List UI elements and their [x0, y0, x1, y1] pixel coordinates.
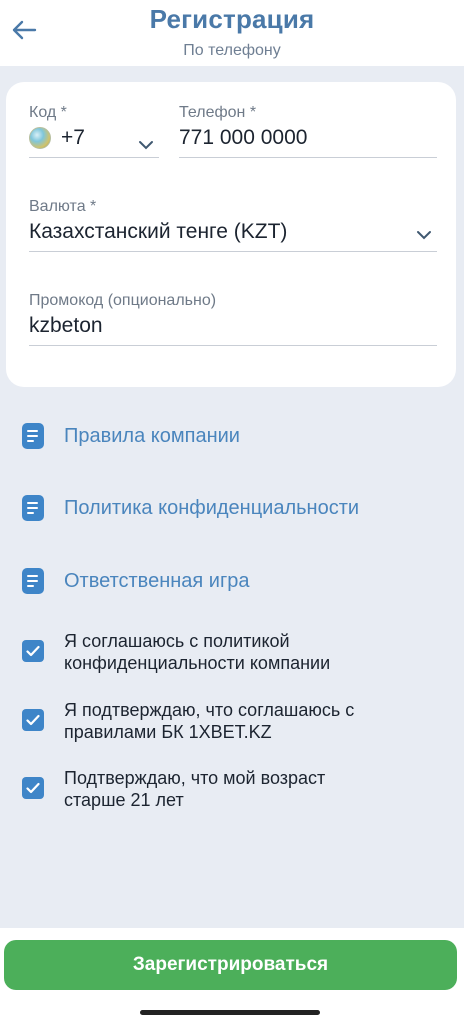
agreement-text: Подтверждаю, что мой возраст старше 21 л…	[64, 768, 326, 810]
divider	[29, 345, 437, 346]
register-button[interactable]: Зарегистрироваться	[4, 940, 457, 990]
country-code-value: +7	[61, 126, 85, 149]
home-indicator	[140, 1010, 320, 1015]
agreement-checkbox[interactable]	[22, 777, 44, 799]
phone-label: Телефон *	[179, 104, 257, 121]
currency-label: Валюта *	[29, 198, 97, 215]
page-title: Регистрация	[149, 4, 315, 34]
agreement-text: Я подтверждаю, что соглашаюсь с правилам…	[64, 700, 355, 742]
checkmark-icon	[26, 782, 40, 794]
kazakhstan-flag-icon	[29, 127, 51, 150]
promo-code-value: kzbeton	[29, 314, 103, 337]
divider	[29, 157, 159, 158]
agreement-text: Я соглашаюсь с политикой конфиденциально…	[64, 631, 331, 673]
privacy-agreement-checkbox-row[interactable]: Я соглашаюсь с политикой конфиденциально…	[22, 630, 442, 674]
registration-form-card: Код * +7 Телефон * 771 000 0000 Валюта *…	[6, 82, 456, 387]
currency-select[interactable]: Валюта * Казахстанский тенге (KZT)	[29, 198, 437, 252]
agreement-checkbox[interactable]	[22, 640, 44, 662]
responsible-gaming-link[interactable]: Ответственная игра	[22, 566, 250, 596]
age-confirmation-checkbox-row[interactable]: Подтверждаю, что мой возраст старше 21 л…	[22, 767, 442, 811]
checkmark-icon	[26, 645, 40, 657]
document-icon	[22, 495, 44, 521]
document-icon	[22, 568, 44, 594]
chevron-down-icon	[417, 231, 431, 240]
phone-value: 771 000 0000	[179, 126, 308, 149]
rules-agreement-checkbox-row[interactable]: Я подтверждаю, что соглашаюсь с правилам…	[22, 699, 442, 743]
country-code-label: Код *	[29, 104, 67, 121]
privacy-policy-link[interactable]: Политика конфиденциальности	[22, 493, 359, 523]
page-subtitle: По телефону	[183, 42, 281, 59]
chevron-down-icon	[139, 141, 153, 150]
divider	[179, 157, 437, 158]
country-code-select[interactable]: Код * +7	[29, 104, 159, 158]
checkmark-icon	[26, 714, 40, 726]
company-rules-link[interactable]: Правила компании	[22, 421, 240, 451]
promo-code-label: Промокод (опционально)	[29, 292, 217, 309]
document-icon	[22, 423, 44, 449]
phone-field[interactable]: Телефон * 771 000 0000	[179, 104, 437, 158]
currency-value: Казахстанский тенге (KZT)	[29, 220, 288, 243]
promo-code-field[interactable]: Промокод (опционально) kzbeton	[29, 292, 437, 346]
agreement-checkbox[interactable]	[22, 709, 44, 731]
divider	[29, 251, 437, 252]
app-header: Регистрация По телефону	[0, 0, 464, 66]
